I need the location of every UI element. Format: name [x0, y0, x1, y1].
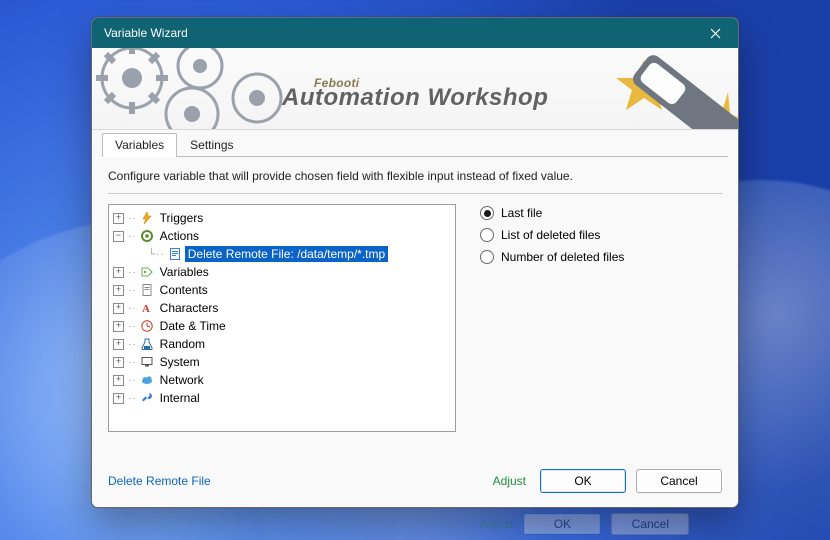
- monitor-icon: [139, 354, 155, 370]
- tab-variables[interactable]: Variables: [102, 133, 177, 157]
- document-icon: [139, 282, 155, 298]
- expand-icon[interactable]: +: [113, 339, 124, 350]
- adjust-link[interactable]: Adjust: [493, 474, 530, 488]
- expand-icon[interactable]: +: [113, 393, 124, 404]
- radio-icon: [480, 206, 494, 220]
- svg-text:A: A: [142, 303, 150, 315]
- tree-label: Characters: [157, 300, 222, 316]
- expand-icon[interactable]: +: [113, 213, 124, 224]
- tree-item-triggers[interactable]: +·· Triggers: [111, 209, 453, 227]
- tree-item-system[interactable]: +·· System: [111, 353, 453, 371]
- radio-label: Last file: [501, 206, 542, 220]
- tree-label: Triggers: [157, 210, 207, 226]
- expand-icon[interactable]: +: [113, 375, 124, 386]
- tree-item-datetime[interactable]: +·· Date & Time: [111, 317, 453, 335]
- radio-last-file[interactable]: Last file: [480, 206, 624, 220]
- collapse-icon[interactable]: −: [113, 231, 124, 242]
- banner: Febooti Automation Workshop: [92, 48, 738, 130]
- gear-icon: [139, 228, 155, 244]
- expand-icon[interactable]: +: [113, 303, 124, 314]
- tree-label: Internal: [157, 390, 203, 406]
- file-icon: [167, 246, 183, 262]
- divider: [108, 193, 722, 194]
- tree-label: Random: [157, 336, 208, 352]
- tree-label: Contents: [157, 282, 211, 298]
- tree-item-contents[interactable]: +·· Contents: [111, 281, 453, 299]
- tree-item-internal[interactable]: +·· Internal: [111, 389, 453, 407]
- flask-icon: [139, 336, 155, 352]
- expand-icon[interactable]: +: [113, 267, 124, 278]
- tag-icon: [139, 264, 155, 280]
- radio-label: Number of deleted files: [501, 250, 624, 264]
- brand-title: Automation Workshop: [282, 84, 548, 112]
- window-title: Variable Wizard: [104, 26, 692, 40]
- tree-label: Date & Time: [157, 318, 229, 334]
- clock-icon: [139, 318, 155, 334]
- wrench-icon: [139, 390, 155, 406]
- tree-item-characters[interactable]: +·· A Characters: [111, 299, 453, 317]
- tree-label: Delete Remote File: /data/temp/*.tmp: [185, 246, 388, 262]
- expand-icon[interactable]: +: [113, 357, 124, 368]
- context-link[interactable]: Delete Remote File: [108, 474, 211, 488]
- footer: Delete Remote File Adjust OK Cancel: [92, 459, 738, 507]
- tab-settings[interactable]: Settings: [177, 133, 246, 157]
- background-ghost-buttons: Adjust OK Cancel: [480, 513, 689, 535]
- tree-item-network[interactable]: +·· Network: [111, 371, 453, 389]
- tree-view[interactable]: +·· Triggers −·· Actions └·· Delete Remo…: [108, 204, 456, 432]
- expand-icon[interactable]: +: [113, 285, 124, 296]
- titlebar[interactable]: Variable Wizard: [92, 18, 738, 48]
- lightning-icon: [139, 210, 155, 226]
- description-text: Configure variable that will provide cho…: [108, 169, 722, 183]
- radio-label: List of deleted files: [501, 228, 600, 242]
- cloud-icon: [139, 372, 155, 388]
- tree-item-variables[interactable]: +·· Variables: [111, 263, 453, 281]
- close-icon: [710, 28, 721, 39]
- radio-icon: [480, 250, 494, 264]
- tab-bar: Variables Settings: [92, 130, 738, 156]
- ok-button[interactable]: OK: [540, 469, 626, 493]
- tree-item-delete-remote-file[interactable]: └·· Delete Remote File: /data/temp/*.tmp: [111, 245, 453, 263]
- letter-a-icon: A: [139, 300, 155, 316]
- cancel-button[interactable]: Cancel: [636, 469, 722, 493]
- tree-item-random[interactable]: +·· Random: [111, 335, 453, 353]
- dialog-window: Variable Wizard: [91, 17, 739, 508]
- expand-icon[interactable]: +: [113, 321, 124, 332]
- tree-item-actions[interactable]: −·· Actions: [111, 227, 453, 245]
- tree-label: Actions: [157, 228, 202, 244]
- desktop-background: Adjust OK Cancel Variable Wizard: [0, 0, 830, 540]
- radio-group: Last file List of deleted files Number o…: [480, 204, 624, 451]
- tree-label: Variables: [157, 264, 212, 280]
- tree-label: Network: [157, 372, 207, 388]
- tree-label: System: [157, 354, 203, 370]
- radio-number-deleted[interactable]: Number of deleted files: [480, 250, 624, 264]
- radio-icon: [480, 228, 494, 242]
- radio-list-deleted[interactable]: List of deleted files: [480, 228, 624, 242]
- close-button[interactable]: [692, 18, 738, 48]
